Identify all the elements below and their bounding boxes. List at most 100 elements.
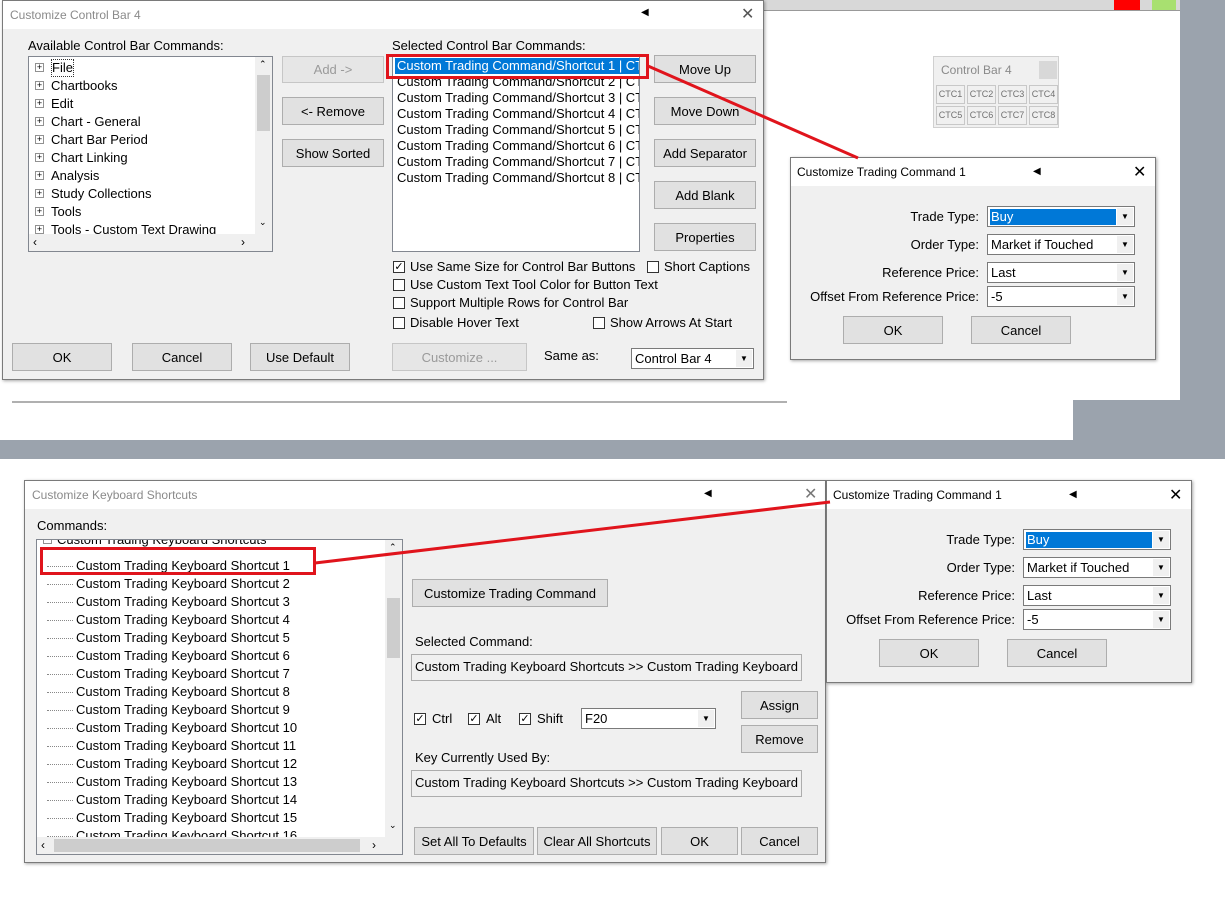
scroll-right-icon[interactable]: › xyxy=(241,235,245,249)
scroll-thumb[interactable] xyxy=(257,75,270,131)
hscroll-thumb[interactable] xyxy=(54,839,360,852)
help-arrow-icon[interactable]: ◀ xyxy=(704,488,712,499)
expand-icon[interactable]: + xyxy=(35,117,44,126)
tree-item[interactable]: Custom Trading Keyboard Shortcut 14 xyxy=(37,791,383,809)
expand-icon[interactable]: + xyxy=(35,189,44,198)
scroll-left-icon[interactable]: ‹ xyxy=(41,838,45,852)
show-arrows-checkbox[interactable] xyxy=(593,317,605,329)
chevron-down-icon[interactable]: ▼ xyxy=(1117,208,1133,225)
alt-checkbox[interactable]: ✓ xyxy=(468,713,480,725)
chevron-down-icon[interactable]: ▼ xyxy=(1153,559,1169,576)
add-blank-button[interactable]: Add Blank xyxy=(654,181,756,209)
selected-list-item[interactable]: Custom Trading Command/Shortcut 8 | CT xyxy=(395,170,639,186)
chevron-down-icon[interactable]: ▼ xyxy=(736,350,752,367)
help-arrow-icon[interactable]: ◀ xyxy=(1033,166,1041,177)
add-separator-button[interactable]: Add Separator xyxy=(654,139,756,167)
control-bar-button[interactable]: CTC5 xyxy=(936,106,965,125)
scroll-thumb[interactable] xyxy=(387,598,400,658)
tree-item[interactable]: Custom Trading Keyboard Shortcut 16 xyxy=(37,827,383,837)
selected-command-field[interactable]: Custom Trading Keyboard Shortcuts >> Cus… xyxy=(411,654,802,681)
expand-icon[interactable]: + xyxy=(35,63,44,72)
tree-item[interactable]: + Chart Bar Period xyxy=(29,131,253,149)
help-arrow-icon[interactable]: ◀ xyxy=(1069,489,1077,500)
chevron-down-icon[interactable]: ▼ xyxy=(1117,264,1133,281)
multiple-rows-checkbox[interactable] xyxy=(393,297,405,309)
tree-item[interactable]: + Tools xyxy=(29,203,253,221)
close-icon[interactable]: ✕ xyxy=(804,487,817,503)
use-default-button[interactable]: Use Default xyxy=(250,343,350,371)
ok-button[interactable]: OK xyxy=(843,316,943,344)
move-down-button[interactable]: Move Down xyxy=(654,97,756,125)
collapse-icon[interactable]: − xyxy=(43,540,52,544)
reference-price-select[interactable]: Last ▼ xyxy=(987,262,1135,283)
disable-hover-checkbox[interactable] xyxy=(393,317,405,329)
tree-item[interactable]: Custom Trading Keyboard Shortcut 11 xyxy=(37,737,383,755)
chevron-down-icon[interactable]: ▼ xyxy=(698,710,714,727)
close-icon[interactable]: ✕ xyxy=(741,7,754,23)
tree-item[interactable]: Custom Trading Keyboard Shortcut 10 xyxy=(37,719,383,737)
close-icon[interactable]: ✕ xyxy=(1133,165,1146,181)
tree-item[interactable]: + Edit xyxy=(29,95,253,113)
assign-button[interactable]: Assign xyxy=(741,691,818,719)
properties-button[interactable]: Properties xyxy=(654,223,756,251)
trade-type-select[interactable]: Buy ▼ xyxy=(1023,529,1171,550)
order-type-select[interactable]: Market if Touched ▼ xyxy=(1023,557,1171,578)
add-button[interactable]: Add -> xyxy=(282,56,384,83)
tree-item[interactable]: Custom Trading Keyboard Shortcut 6 xyxy=(37,647,383,665)
expand-icon[interactable]: + xyxy=(35,171,44,180)
chevron-down-icon[interactable]: ▼ xyxy=(1117,236,1133,253)
selected-list-item[interactable]: Custom Trading Command/Shortcut 4 | CT xyxy=(395,106,639,122)
tree-item[interactable]: + Chartbooks xyxy=(29,77,253,95)
vertical-scrollbar[interactable]: ⌃ ⌄ xyxy=(255,57,272,234)
tree-item[interactable]: Custom Trading Keyboard Shortcut 13 xyxy=(37,773,383,791)
available-commands-tree[interactable]: + File + Chartbooks + Edit + Chart - General + Ch… xyxy=(28,56,273,252)
tree-item[interactable]: + Chart - General xyxy=(29,113,253,131)
cancel-button[interactable]: Cancel xyxy=(971,316,1071,344)
expand-icon[interactable]: + xyxy=(35,207,44,216)
ok-button[interactable]: OK xyxy=(12,343,112,371)
horizontal-scrollbar[interactable]: ‹ › xyxy=(29,234,272,251)
scroll-left-icon[interactable]: ‹ xyxy=(33,235,37,249)
tree-item[interactable]: Custom Trading Keyboard Shortcut 4 xyxy=(37,611,383,629)
cancel-button[interactable]: Cancel xyxy=(1007,639,1107,667)
show-sorted-button[interactable]: Show Sorted xyxy=(282,139,384,167)
control-bar-button[interactable]: CTC4 xyxy=(1029,85,1058,104)
tree-item[interactable]: + Chart Linking xyxy=(29,149,253,167)
selected-list-item[interactable]: Custom Trading Command/Shortcut 3 | CT xyxy=(395,90,639,106)
short-captions-checkbox[interactable] xyxy=(647,261,659,273)
tree-item[interactable]: + Analysis xyxy=(29,167,253,185)
tree-item[interactable]: Custom Trading Keyboard Shortcut 3 xyxy=(37,593,383,611)
tree-item[interactable]: + Study Collections xyxy=(29,185,253,203)
ok-button[interactable]: OK xyxy=(879,639,979,667)
custom-text-color-checkbox[interactable] xyxy=(393,279,405,291)
remove-button[interactable]: Remove xyxy=(741,725,818,753)
control-bar-button[interactable]: CTC1 xyxy=(936,85,965,104)
key-select[interactable]: F20 ▼ xyxy=(581,708,716,729)
chevron-down-icon[interactable]: ▼ xyxy=(1153,531,1169,548)
horizontal-scrollbar[interactable]: ‹ › xyxy=(37,837,402,854)
control-bar-close-box[interactable] xyxy=(1039,61,1057,79)
customize-trading-command-button[interactable]: Customize Trading Command xyxy=(412,579,608,607)
tree-item[interactable]: Custom Trading Keyboard Shortcut 8 xyxy=(37,683,383,701)
control-bar-button[interactable]: CTC8 xyxy=(1029,106,1058,125)
expand-icon[interactable]: + xyxy=(35,135,44,144)
chevron-down-icon[interactable]: ▼ xyxy=(1153,587,1169,604)
scroll-up-icon[interactable]: ⌃ xyxy=(259,59,267,70)
selected-list-item[interactable]: Custom Trading Command/Shortcut 6 | CT xyxy=(395,138,639,154)
clear-all-shortcuts-button[interactable]: Clear All Shortcuts xyxy=(537,827,657,855)
commands-tree[interactable]: − Custom Trading Keyboard Shortcuts Custom… xyxy=(36,539,403,855)
scroll-down-icon[interactable]: ⌄ xyxy=(389,820,397,831)
scroll-up-icon[interactable]: ⌃ xyxy=(389,542,397,553)
selected-list-item[interactable]: Custom Trading Command/Shortcut 5 | CT xyxy=(395,122,639,138)
offset-select[interactable]: -5 ▼ xyxy=(1023,609,1171,630)
control-bar-button[interactable]: CTC2 xyxy=(967,85,996,104)
control-bar-button[interactable]: CTC6 xyxy=(967,106,996,125)
reference-price-select[interactable]: Last ▼ xyxy=(1023,585,1171,606)
expand-icon[interactable]: + xyxy=(35,225,44,234)
close-icon[interactable]: ✕ xyxy=(1169,488,1182,504)
ok-button[interactable]: OK xyxy=(661,827,738,855)
shift-checkbox[interactable]: ✓ xyxy=(519,713,531,725)
cancel-button[interactable]: Cancel xyxy=(741,827,818,855)
tree-item[interactable]: Custom Trading Keyboard Shortcut 5 xyxy=(37,629,383,647)
ctrl-checkbox[interactable]: ✓ xyxy=(414,713,426,725)
